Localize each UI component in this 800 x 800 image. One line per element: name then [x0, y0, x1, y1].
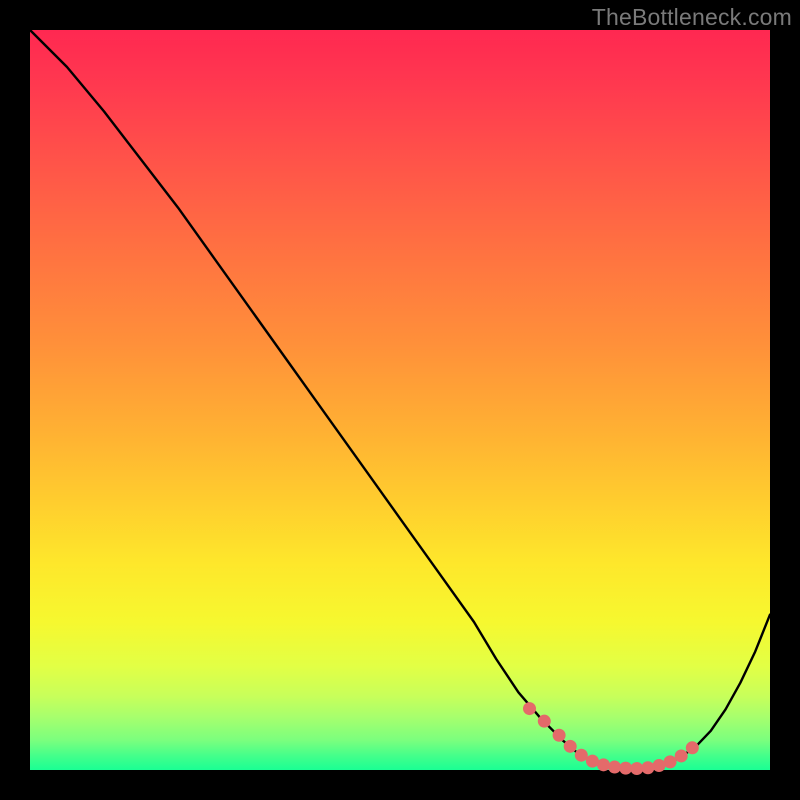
marker-dot	[586, 755, 599, 768]
marker-dot	[523, 702, 536, 715]
marker-dot	[675, 749, 688, 762]
chart-overlay	[30, 30, 770, 770]
marker-group	[523, 702, 699, 775]
marker-dot	[686, 741, 699, 754]
marker-dot	[619, 762, 632, 775]
watermark-text: TheBottleneck.com	[592, 4, 792, 31]
marker-dot	[564, 740, 577, 753]
marker-dot	[630, 762, 643, 775]
marker-dot	[597, 758, 610, 771]
marker-dot	[553, 729, 566, 742]
marker-dot	[575, 749, 588, 762]
curve-layer	[30, 30, 770, 769]
marker-dot	[664, 755, 677, 768]
chart-frame: TheBottleneck.com	[0, 0, 800, 800]
marker-dot	[538, 715, 551, 728]
marker-dot	[653, 759, 666, 772]
marker-dot	[608, 761, 621, 774]
bottleneck-curve	[30, 30, 770, 769]
marker-dot	[641, 761, 654, 774]
